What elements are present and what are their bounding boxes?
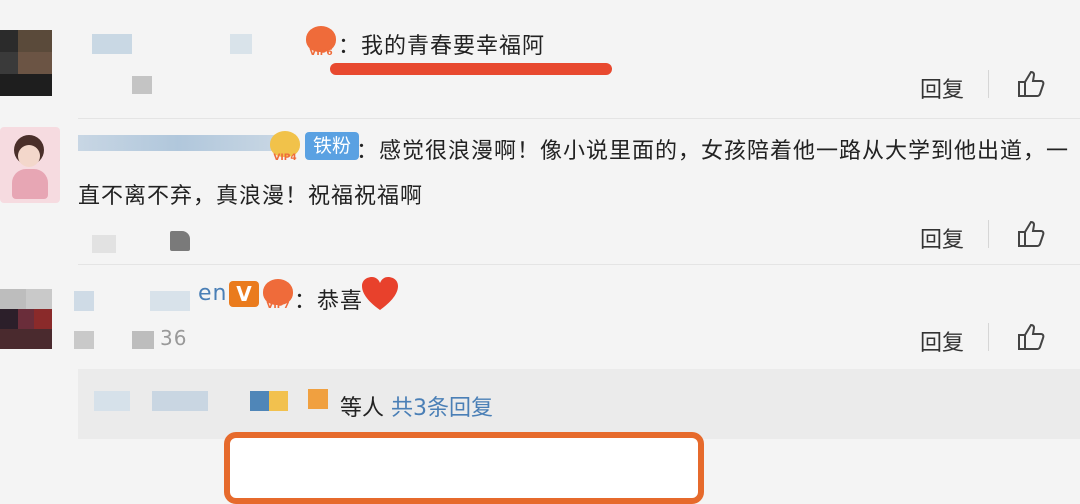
verified-badge: V [229,281,259,307]
avatar-mini [250,391,288,411]
timestamp-blurred [92,235,116,253]
annotation-box [224,432,704,504]
username-blurred[interactable] [92,34,132,54]
avatar[interactable] [0,289,52,349]
vip-crown-icon: VIP4 [270,131,300,163]
username-blurred [230,34,252,54]
thumbs-up-icon[interactable] [1015,218,1047,250]
view-replies-link[interactable]: 共3条回复 [391,396,493,421]
comment-text: ：恭喜 [294,289,364,314]
divider [988,70,989,98]
avatar[interactable] [0,30,52,96]
username-suffix[interactable]: en [198,281,227,306]
username-blurred [150,291,190,311]
reply-button[interactable]: 回复 [920,222,964,254]
comment-1: VIP6 ：我的青春要幸福阿 回复 [0,0,1080,118]
username-blurred [94,391,130,411]
timestamp-blurred [74,331,94,349]
comment-actions: 回复 [920,214,1080,254]
heart-icon [362,277,398,310]
timestamp-blurred [132,331,154,349]
username-blurred[interactable] [78,135,278,151]
comment-text: 直不离不弃，真浪漫！祝福祝福啊 [78,184,424,209]
vip-crown-icon: VIP6 [306,26,336,58]
comment-3: en V VIP7 ：恭喜 36 回复 [0,265,1080,369]
username-blurred[interactable] [74,291,94,311]
reply-button[interactable]: 回复 [920,72,964,104]
reply-button[interactable]: 回复 [920,325,964,357]
thumbs-up-icon[interactable] [1015,321,1047,353]
thumbs-up-icon[interactable] [1015,68,1047,100]
timestamp-fragment: 36 [160,326,188,350]
divider [988,220,989,248]
sub-reply-prefix: 等人 [340,396,385,421]
username-blurred [152,391,208,411]
comment-actions: 回复 [920,317,1080,357]
sub-reply-summary: 等人 共3条回复 [340,390,493,422]
avatar-mini [308,389,328,409]
timestamp-blurred [132,76,152,94]
sub-reply-panel[interactable]: 等人 共3条回复 [78,369,1080,439]
divider [988,323,989,351]
vip-crown-icon: VIP7 [263,279,293,311]
comment-text: ：感觉很浪漫啊！像小说里面的，女孩陪着他一路从大学到他出道，一 [356,139,1070,164]
avatar[interactable] [0,127,60,203]
annotation-underline [330,63,612,75]
fan-badge: 铁粉 [305,132,360,160]
comment-actions: 回复 [920,64,1080,104]
timestamp-blurred [170,231,190,251]
comment-2: VIP4 铁粉 ：感觉很浪漫啊！像小说里面的，女孩陪着他一路从大学到他出道，一 … [0,119,1080,264]
comment-text: ：我的青春要幸福阿 [338,34,546,59]
